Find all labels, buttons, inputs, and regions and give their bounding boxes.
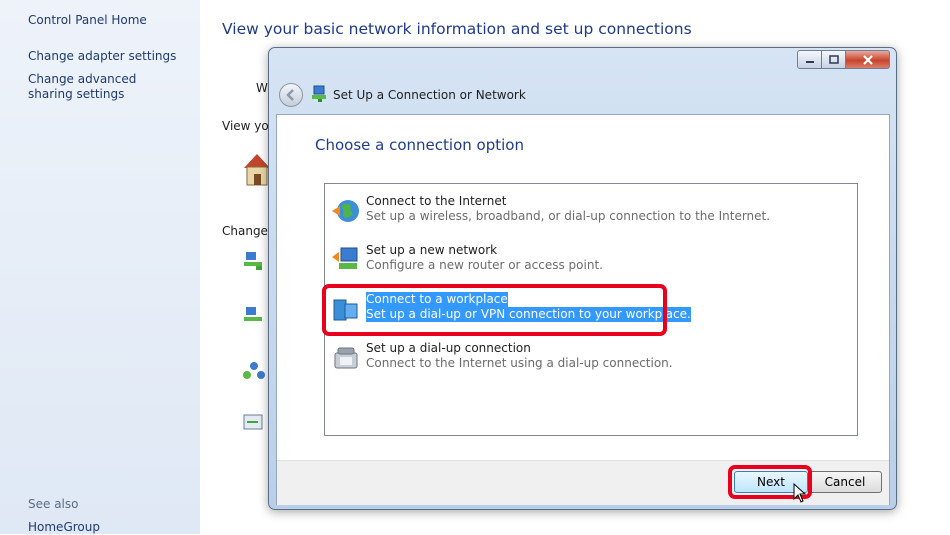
- option-title: Connect to the Internet: [366, 194, 507, 208]
- router-icon: [332, 247, 358, 269]
- network-setup-icon: [312, 85, 326, 102]
- setup-connection-dialog: Set Up a Connection or Network Choose a …: [268, 47, 897, 510]
- highlight-box-workplace: [322, 284, 667, 336]
- mouse-cursor-icon: [793, 483, 807, 503]
- minimize-button[interactable]: [797, 50, 822, 69]
- caption-buttons: [797, 50, 890, 69]
- dialog-client-area: Choose a connection option Connect to th…: [276, 114, 890, 505]
- back-button[interactable]: [279, 83, 303, 107]
- option-title: Set up a new network: [366, 243, 498, 257]
- dialog-title: Set Up a Connection or Network: [333, 88, 526, 102]
- close-button[interactable]: [846, 50, 890, 69]
- option-description: Set up a wireless, broadband, or dial-up…: [366, 209, 771, 223]
- left-nav-pane: Control Panel Home Change adapter settin…: [0, 0, 200, 534]
- dialog-heading: Choose a connection option: [315, 136, 524, 154]
- connect-network-icon[interactable]: [242, 305, 266, 327]
- homegroup-link[interactable]: HomeGroup: [28, 520, 100, 535]
- option-connect-internet[interactable]: Connect to the Internet Set up a wireles…: [329, 194, 770, 228]
- cancel-button[interactable]: Cancel: [808, 471, 882, 493]
- option-description: Connect to the Internet using a dial-up …: [366, 356, 673, 370]
- change-advanced-sharing-link[interactable]: Change advanced sharing settings: [28, 72, 178, 102]
- see-also-label: See also: [28, 497, 79, 511]
- option-dial-up[interactable]: Set up a dial-up connection Connect to t…: [329, 341, 673, 375]
- dialog-footer: Next Cancel: [277, 460, 889, 505]
- close-icon: [862, 54, 873, 65]
- minimize-icon: [805, 60, 814, 63]
- phone-icon: [334, 347, 358, 369]
- homegroup-icon[interactable]: [242, 360, 266, 382]
- option-title: Set up a dial-up connection: [366, 341, 531, 355]
- troubleshoot-icon[interactable]: [242, 413, 266, 435]
- control-panel-home-link[interactable]: Control Panel Home: [28, 13, 147, 28]
- option-new-network[interactable]: Set up a new network Configure a new rou…: [329, 243, 669, 277]
- change-adapter-settings-link[interactable]: Change adapter settings: [28, 49, 176, 64]
- globe-icon: [332, 200, 359, 222]
- page-title: View your basic network information and …: [222, 20, 692, 38]
- maximize-icon: [828, 54, 839, 64]
- option-description: Configure a new router or access point.: [366, 258, 603, 272]
- back-arrow-icon: [286, 89, 294, 101]
- new-connection-icon[interactable]: [242, 250, 266, 272]
- maximize-button[interactable]: [822, 50, 846, 69]
